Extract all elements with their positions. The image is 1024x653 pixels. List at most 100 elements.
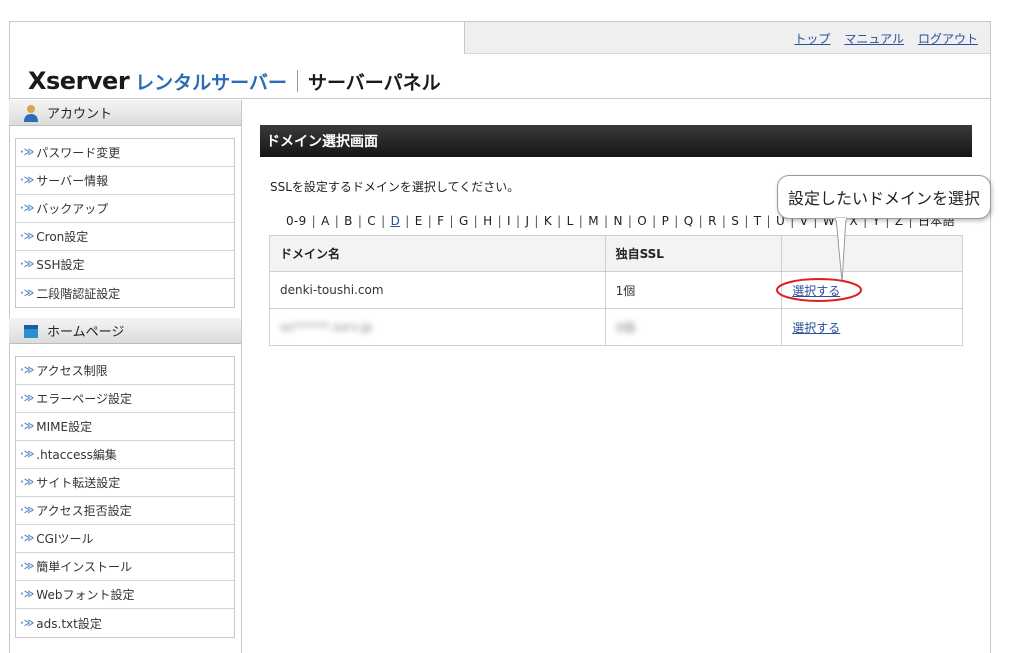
callout-annotation: 設定したいドメインを選択 xyxy=(777,175,991,219)
user-icon xyxy=(24,104,38,122)
alphabet-index-item[interactable]: M xyxy=(588,214,599,228)
nav-logout-link[interactable]: ログアウト xyxy=(918,30,978,47)
alphabet-index-item[interactable]: K xyxy=(544,214,552,228)
table-row: xs******.xsrv.jp 0個 選択する xyxy=(269,308,963,346)
alphabet-index-item[interactable]: A xyxy=(321,214,330,228)
nav-top-link[interactable]: トップ xyxy=(794,30,830,47)
index-separator: | xyxy=(553,214,566,228)
alphabet-index-item[interactable]: E xyxy=(415,214,423,228)
select-cell: 選択する xyxy=(781,271,963,309)
sidebar-section-homepage: ホームページ xyxy=(9,318,241,344)
arrow-icon: ·≫ xyxy=(20,617,35,629)
sidebar-item-homepage-7[interactable]: ·≫ 簡単インストール xyxy=(16,553,234,581)
sidebar-item-label: アクセス拒否設定 xyxy=(36,504,132,518)
sidebar-item-account-1[interactable]: ·≫ サーバー情報 xyxy=(16,167,234,195)
domain-name-cell: xs******.xsrv.jp xyxy=(269,308,606,346)
alphabet-index-item[interactable]: I xyxy=(507,214,511,228)
select-domain-link[interactable]: 選択する xyxy=(792,321,840,335)
alphabet-index-item[interactable]: S xyxy=(731,214,739,228)
sidebar-item-account-3[interactable]: ·≫ Cron設定 xyxy=(16,223,234,251)
index-separator: | xyxy=(376,214,390,228)
alphabet-index-item[interactable]: R xyxy=(708,214,717,228)
blurred-domain: xs******.xsrv.jp xyxy=(280,320,373,334)
blurred-ssl-count: 0個 xyxy=(615,320,636,335)
sidebar-item-label: ads.txt設定 xyxy=(36,616,102,631)
select-domain-link[interactable]: 選択する xyxy=(792,284,840,298)
sidebar-item-account-2[interactable]: ·≫ バックアップ xyxy=(16,195,234,223)
sidebar-item-homepage-3[interactable]: ·≫ .htaccess編集 xyxy=(16,441,234,469)
sidebar-section-homepage-title: ホームページ xyxy=(47,325,125,340)
sidebar-item-account-5[interactable]: ·≫ 二段階認証設定 xyxy=(16,279,234,307)
alphabet-index-item[interactable]: Q xyxy=(684,214,694,228)
homepage-icon xyxy=(24,324,38,338)
alphabet-index-item[interactable]: H xyxy=(483,214,492,228)
column-header-action xyxy=(781,235,963,272)
sidebar-section-account-title: アカウント xyxy=(47,107,113,122)
arrow-icon: ·≫ xyxy=(20,287,35,299)
alphabet-index-item[interactable]: F xyxy=(437,214,444,228)
logo-xserver: Xserver xyxy=(28,67,130,95)
arrow-icon: ·≫ xyxy=(20,533,35,544)
arrow-icon: ·≫ xyxy=(20,231,35,242)
index-separator: | xyxy=(423,214,437,228)
alphabet-index-item[interactable]: L xyxy=(567,214,574,228)
top-nav-bar: トップ マニュアル ログアウト xyxy=(464,22,990,54)
sidebar-item-homepage-4[interactable]: ·≫ サイト転送設定 xyxy=(16,469,234,497)
sidebar-item-account-0[interactable]: ·≫ パスワード変更 xyxy=(16,139,234,167)
logo-panel: サーバーパネル xyxy=(307,71,441,94)
index-separator: | xyxy=(648,214,661,228)
index-separator: | xyxy=(599,214,613,228)
arrow-icon: ·≫ xyxy=(20,449,35,460)
arrow-icon: ·≫ xyxy=(20,175,35,186)
instruction-text: SSLを設定するドメインを選択してください。 xyxy=(270,180,520,194)
alphabet-index-item[interactable]: O xyxy=(637,214,647,228)
sidebar-section-account: アカウント xyxy=(9,100,241,126)
index-separator: | xyxy=(694,214,708,228)
index-separator: | xyxy=(670,214,683,228)
sidebar-item-homepage-6[interactable]: ·≫ CGIツール xyxy=(16,525,234,553)
sidebar-item-label: .htaccess編集 xyxy=(36,448,117,462)
index-separator: | xyxy=(717,214,731,228)
index-separator: | xyxy=(530,214,543,228)
index-separator: | xyxy=(469,214,483,228)
logo-divider xyxy=(296,70,298,92)
column-header-ssl: 独自SSL xyxy=(604,235,783,272)
alphabet-index-item[interactable]: P xyxy=(662,214,670,228)
sidebar: アカウント ·≫ パスワード変更 ·≫ サーバー情報 ·≫ バックアップ ·≫ Cron設定 ·… xyxy=(9,100,242,653)
sidebar-item-label: Cron設定 xyxy=(36,230,89,244)
index-separator: | xyxy=(623,214,637,228)
sidebar-item-homepage-9[interactable]: ·≫ ads.txt設定 xyxy=(16,609,234,637)
sidebar-item-homepage-1[interactable]: ·≫ エラーページ設定 xyxy=(16,385,234,413)
column-header-domain: ドメイン名 xyxy=(269,235,606,272)
arrow-icon: ·≫ xyxy=(20,477,35,488)
index-separator: | xyxy=(330,214,344,228)
alphabet-index-item[interactable]: 0-9 xyxy=(286,214,307,228)
index-separator: | xyxy=(511,214,525,228)
sidebar-item-label: 二段階認証設定 xyxy=(36,286,121,301)
sidebar-item-homepage-8[interactable]: ·≫ Webフォント設定 xyxy=(16,581,234,609)
logo[interactable]: Xserver レンタルサーバー サーバーパネル xyxy=(28,66,441,96)
index-separator: | xyxy=(445,214,458,228)
alphabet-index-item[interactable]: G xyxy=(459,214,469,228)
alphabet-index-item[interactable]: J xyxy=(525,214,529,228)
alphabet-index-item[interactable]: B xyxy=(344,214,353,228)
sidebar-item-label: エラーページ設定 xyxy=(36,392,133,406)
nav-manual-link[interactable]: マニュアル xyxy=(844,30,904,47)
index-separator: | xyxy=(762,214,776,228)
sidebar-item-label: SSH設定 xyxy=(36,258,85,272)
sidebar-item-homepage-0[interactable]: ·≫ アクセス制限 xyxy=(16,357,234,385)
index-separator: | xyxy=(307,214,321,228)
logo-rental: レンタルサーバー xyxy=(135,71,287,94)
alphabet-index-item[interactable]: C xyxy=(367,214,376,228)
domain-name-cell: denki-toushi.com xyxy=(269,271,606,309)
sidebar-item-homepage-2[interactable]: ·≫ MIME設定 xyxy=(16,413,234,441)
ssl-count-cell: 0個 xyxy=(604,308,783,346)
sidebar-item-account-4[interactable]: ·≫ SSH設定 xyxy=(16,251,234,279)
sidebar-item-label: 簡単インストール xyxy=(36,560,133,574)
alphabet-index-item[interactable]: N xyxy=(613,214,622,228)
arrow-icon: ·≫ xyxy=(20,147,35,158)
sidebar-item-homepage-5[interactable]: ·≫ アクセス拒否設定 xyxy=(16,497,234,525)
arrow-icon: ·≫ xyxy=(20,505,35,516)
alphabet-index-item[interactable]: T xyxy=(754,214,762,228)
alphabet-index-item[interactable]: D xyxy=(391,214,401,228)
